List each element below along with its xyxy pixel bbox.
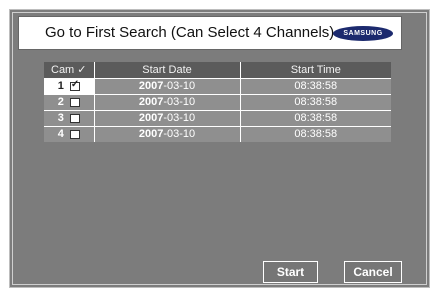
cam-cell[interactable]: 1 xyxy=(44,77,95,94)
cam-checkbox[interactable] xyxy=(69,79,80,91)
start-button[interactable]: Start xyxy=(263,261,318,283)
date-rest: -03-10 xyxy=(163,128,196,141)
cam-cell[interactable]: 2 xyxy=(44,93,95,110)
dialog-title: Go to First Search (Can Select 4 Channel… xyxy=(45,24,335,41)
date-year: 2007 xyxy=(138,112,164,124)
table-row[interactable]: 4 2007-03-10 08:38:58 xyxy=(44,125,391,142)
samsung-logo: SAMSUNG xyxy=(333,26,393,41)
search-table: Cam ✓ Start Date Start Time 1 2007-03-10… xyxy=(44,62,391,142)
frame-border xyxy=(12,12,427,285)
header-start-time: Start Time xyxy=(290,63,341,76)
cam-number: 3 xyxy=(57,112,64,124)
table-header: Cam ✓ Start Date Start Time xyxy=(44,62,391,78)
cam-checkbox[interactable] xyxy=(69,129,80,139)
table-row[interactable]: 1 2007-03-10 08:38:58 xyxy=(44,77,391,94)
cam-checkbox[interactable] xyxy=(69,97,80,107)
cam-number: 4 xyxy=(57,128,64,141)
start-date-cell: 2007-03-10 xyxy=(94,93,241,110)
dialog-frame xyxy=(9,9,430,288)
start-time-cell: 08:38:58 xyxy=(240,109,391,126)
start-time-cell: 08:38:58 xyxy=(240,77,391,94)
table-row[interactable]: 3 2007-03-10 08:38:58 xyxy=(44,109,391,126)
date-year: 2007 xyxy=(138,96,164,108)
start-date-cell: 2007-03-10 xyxy=(94,109,241,126)
cam-number: 2 xyxy=(57,96,64,108)
cam-checkbox[interactable] xyxy=(69,113,80,123)
start-date-cell: 2007-03-10 xyxy=(94,77,241,94)
title-bar: Go to First Search (Can Select 4 Channel… xyxy=(18,16,402,50)
date-rest: -03-10 xyxy=(163,96,196,108)
date-year: 2007 xyxy=(138,80,164,92)
date-rest: -03-10 xyxy=(163,112,196,124)
cam-cell[interactable]: 3 xyxy=(44,109,95,126)
cancel-button[interactable]: Cancel xyxy=(344,261,402,283)
date-year: 2007 xyxy=(138,128,164,141)
cam-cell[interactable]: 4 xyxy=(44,125,95,142)
header-start-date: Start Date xyxy=(94,62,241,78)
start-time-cell: 08:38:58 xyxy=(240,93,391,110)
date-rest: -03-10 xyxy=(163,80,196,92)
cam-number: 1 xyxy=(57,80,64,92)
start-date-cell: 2007-03-10 xyxy=(94,125,241,142)
start-time-cell: 08:38:58 xyxy=(240,125,391,142)
table-row[interactable]: 2 2007-03-10 08:38:58 xyxy=(44,93,391,110)
header-cam: Cam ✓ xyxy=(44,62,95,78)
